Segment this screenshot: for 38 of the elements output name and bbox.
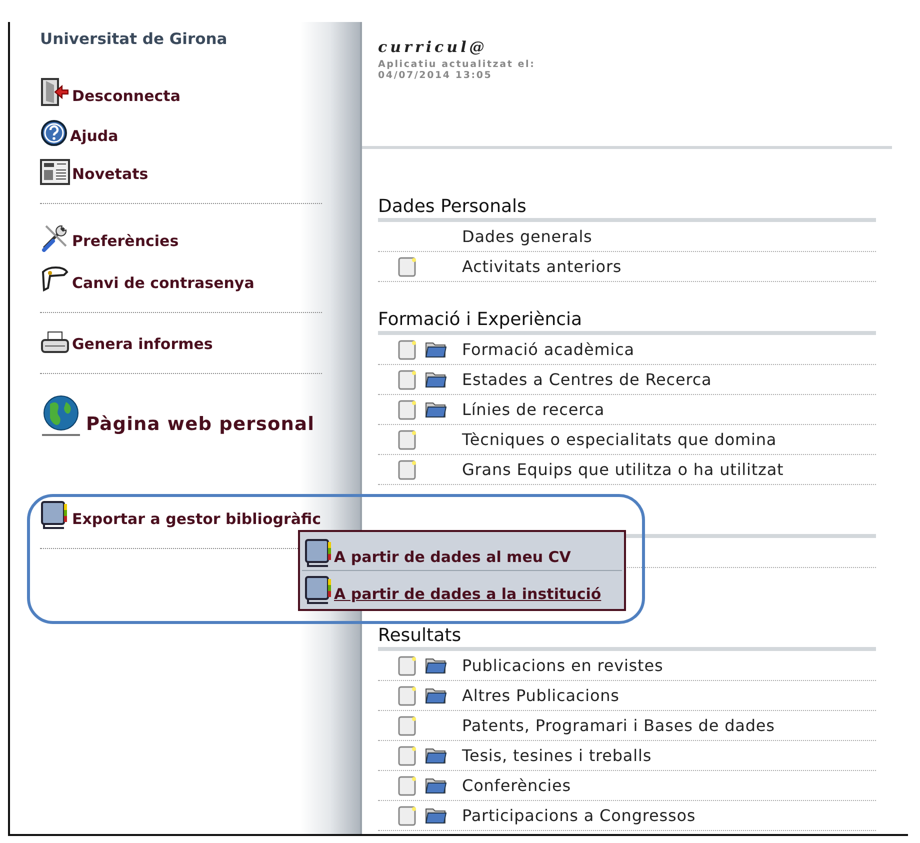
section-link[interactable]: Grans Equips que utilitza o ha utilitzat (462, 458, 784, 482)
section-link[interactable]: Línies de recerca (462, 398, 605, 422)
section-link[interactable]: Estades a Centres de Recerca (462, 368, 712, 392)
menu-link[interactable]: Exportar a gestor bibliogràfic (40, 494, 322, 536)
key-icon (40, 264, 70, 294)
book-icon (304, 538, 334, 568)
section-link[interactable]: Conferències (462, 774, 572, 798)
section-link[interactable]: Dades generals (462, 224, 592, 249)
menu-link[interactable]: Preferències (40, 216, 322, 258)
section-link[interactable]: Patents, Programari i Bases de dades (462, 714, 775, 738)
section-link[interactable]: Tesis, tesines i treballs (462, 744, 652, 768)
help-icon (40, 119, 68, 148)
menu-link[interactable]: Desconnecta (40, 71, 322, 114)
app-name: curricul@ (378, 37, 488, 58)
printer-icon (40, 331, 70, 356)
section-link[interactable]: Publicacions en revistes (462, 654, 664, 678)
book-icon (304, 575, 334, 605)
newspaper-icon (40, 159, 70, 186)
book-icon (40, 500, 70, 530)
section-link[interactable]: Activitats anteriors (462, 254, 622, 279)
menu-link[interactable]: Novetats (40, 153, 322, 192)
update-label: Aplicatiu actualitzat el: (378, 58, 536, 70)
update-date: 04/07/2014 13:05 (378, 70, 494, 82)
menu-link[interactable]: Pàgina web personal (40, 386, 322, 456)
section-link[interactable]: Participacions a Congressos (462, 804, 696, 828)
section-link[interactable]: Tècniques o especialitats que domina (462, 428, 777, 452)
section-link[interactable]: Formació acadèmica (462, 338, 634, 362)
popup-menu-item[interactable]: A partir de dades al meu CV (302, 534, 622, 570)
menu-link[interactable]: Ajuda (40, 113, 322, 154)
university-title: Universitat de Girona (40, 29, 228, 50)
section-link[interactable]: Altres Publicacions (462, 684, 620, 708)
menu-link[interactable]: Genera informes (40, 325, 322, 362)
menu-link[interactable]: Canvi de contrasenya (40, 258, 322, 300)
popup-menu-item[interactable]: A partir de dades a la institució (302, 570, 622, 607)
section-heading: Formació i Experiència (378, 308, 876, 336)
section-heading: Resultats (378, 624, 876, 652)
section-heading: Dades Personals (378, 195, 876, 222)
exit-door-icon (40, 77, 70, 108)
